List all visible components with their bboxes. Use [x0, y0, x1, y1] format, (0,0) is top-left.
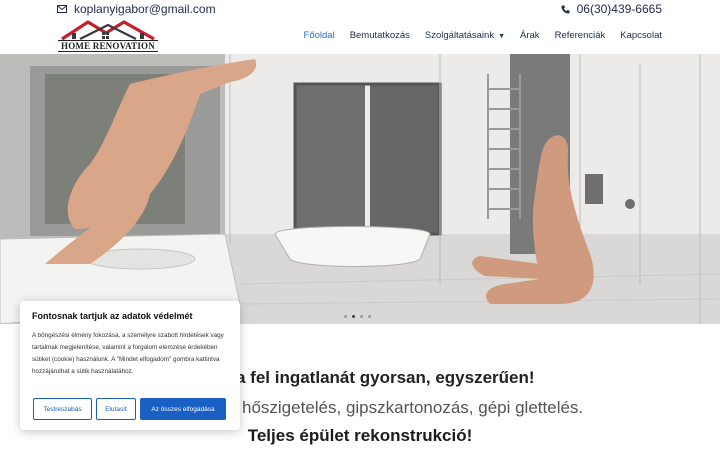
page: koplanyigabor@gmail.com 06(30)439-6665 H…	[0, 0, 720, 450]
nav-item-references[interactable]: Referenciák	[555, 30, 606, 41]
hero-slider[interactable]	[0, 54, 720, 324]
cookie-title: Fontosnak tartjuk az adatok védelmét	[32, 311, 193, 321]
logo-text: HOME RENOVATION	[58, 40, 158, 52]
hero-bathroom-image	[0, 54, 720, 324]
main-nav: Főoldal Bemutatkozás Szolgáltatásaink ▼ Á…	[304, 30, 662, 41]
nav-item-about[interactable]: Bemutatkozás	[350, 30, 410, 41]
slider-dot[interactable]	[344, 315, 347, 318]
email-text: koplanyigabor@gmail.com	[74, 2, 216, 16]
tagline-line-1: a fel ingatlanát gyorsan, egyszerűen!	[236, 368, 535, 387]
nav-item-services-label: Szolgáltatásaink	[424, 30, 495, 41]
cookie-consent-dialog: Fontosnak tartjuk az adatok védelmét A b…	[20, 301, 240, 430]
reject-button[interactable]: Elutasít	[96, 398, 136, 420]
slider-dot[interactable]	[360, 315, 363, 318]
accept-all-button[interactable]: Az összes elfogadása	[140, 398, 226, 420]
nav-item-contact[interactable]: Kapcsolat	[620, 30, 662, 41]
nav-item-home[interactable]: Főoldal	[304, 30, 335, 41]
phone-icon	[560, 3, 572, 15]
tagline-line-2: hőszigetelés, gipszkartonozás, gépi glet…	[242, 398, 584, 417]
phone-link[interactable]: 06(30)439-6665	[560, 2, 662, 16]
cookie-body: A böngészési élmény fokozása, a személyr…	[32, 332, 224, 375]
customize-button[interactable]: Testreszabás	[33, 398, 92, 420]
slider-dots	[344, 315, 371, 318]
logo[interactable]: HOME RENOVATION	[58, 20, 158, 54]
house-roof-icon	[61, 20, 155, 41]
envelope-icon	[56, 3, 68, 15]
top-contact-bar: koplanyigabor@gmail.com 06(30)439-6665	[0, 0, 720, 20]
caret-down-icon: ▼	[498, 33, 506, 40]
slider-dot-active[interactable]	[352, 315, 355, 318]
site-header: HOME RENOVATION Főoldal Bemutatkozás Szo…	[0, 20, 720, 54]
nav-item-prices[interactable]: Árak	[520, 30, 540, 41]
slider-dot[interactable]	[368, 315, 371, 318]
nav-item-services[interactable]: Szolgáltatásaink ▼	[425, 30, 505, 41]
cookie-buttons: Testreszabás Elutasít Az összes elfogadá…	[33, 398, 226, 420]
phone-text: 06(30)439-6665	[576, 2, 662, 16]
email-link[interactable]: koplanyigabor@gmail.com	[56, 2, 216, 16]
